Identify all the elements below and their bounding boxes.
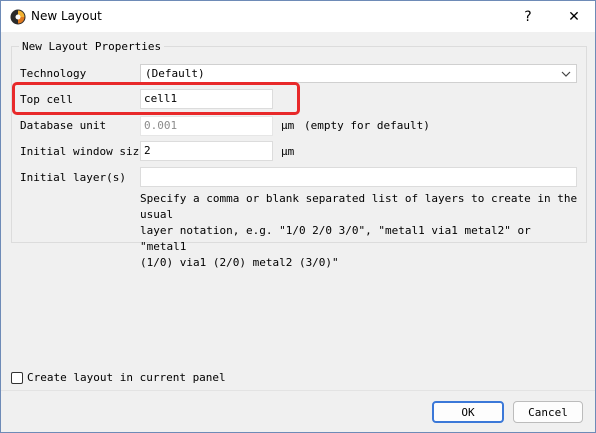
close-button[interactable]: ✕ [551, 1, 596, 32]
dialog-content: New Layout Properties Technology (Defaul… [1, 33, 595, 432]
technology-select[interactable]: (Default) [140, 64, 577, 83]
ok-button[interactable]: OK [432, 401, 504, 423]
new-layout-dialog: New Layout ? ✕ New Layout Properties Tec… [0, 0, 596, 433]
database-unit-label: Database unit [20, 119, 107, 132]
initial-window-size-unit: µm [281, 145, 295, 158]
layers-hint-text: Specify a comma or blank separated list … [140, 192, 578, 269]
app-icon [10, 9, 26, 25]
groupbox-title: New Layout Properties [19, 40, 165, 53]
database-unit-unit: µm [281, 119, 295, 132]
technology-label: Technology [20, 67, 87, 80]
top-cell-highlight [12, 82, 300, 115]
database-unit-note: (empty for default) [304, 119, 430, 132]
chevron-down-icon [561, 71, 571, 77]
database-unit-input[interactable]: 0.001 [140, 116, 273, 136]
window-title: New Layout [31, 9, 102, 23]
current-panel-option[interactable]: Create layout in current panel [11, 371, 226, 384]
title-bar: New Layout ? ✕ [1, 1, 595, 33]
initial-layers-input[interactable] [140, 167, 577, 187]
cancel-button[interactable]: Cancel [513, 401, 583, 423]
current-panel-label: Create layout in current panel [27, 371, 226, 384]
initial-layers-label: Initial layer(s) [20, 171, 126, 184]
initial-window-size-label: Initial window size [20, 145, 146, 158]
current-panel-checkbox[interactable] [11, 371, 23, 384]
initial-window-size-input[interactable]: 2 [140, 141, 273, 161]
technology-value: (Default) [145, 67, 205, 80]
footer-divider [1, 390, 595, 391]
help-button[interactable]: ? [505, 1, 551, 32]
